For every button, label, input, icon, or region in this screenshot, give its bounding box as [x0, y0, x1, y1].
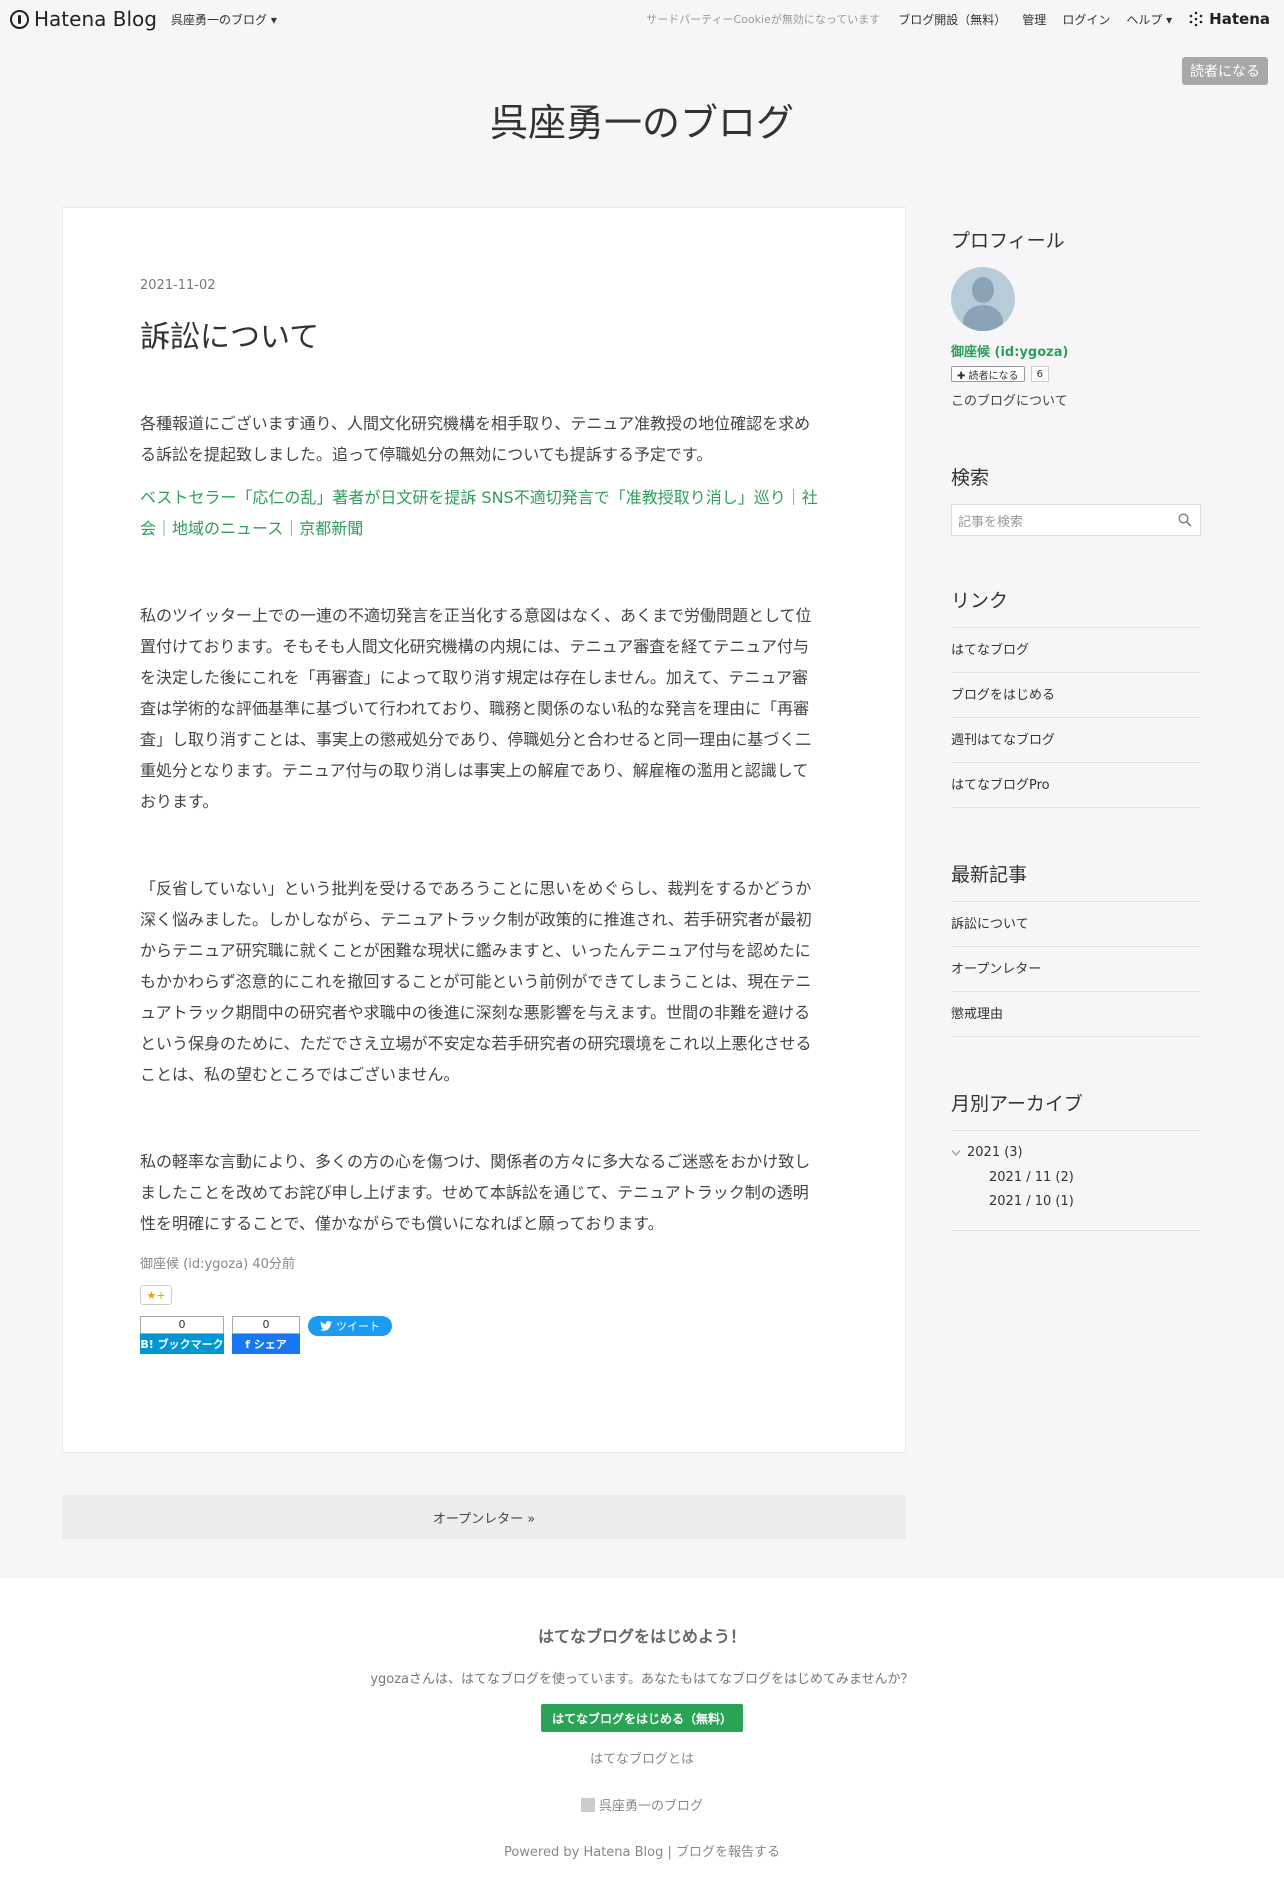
recent-list: 訴訟について オープンレター 懲戒理由 [951, 901, 1201, 1037]
hatena-blog-logo[interactable]: Hatena Blog [10, 7, 157, 31]
search-placeholder: 記事を検索 [958, 514, 1024, 530]
footer-title: はてなブログをはじめよう！ [537, 1627, 746, 1646]
top-bar: Hatena Blog 呉座勇一のブログ ▾ サードパーティーCookieが無効… [0, 0, 1284, 36]
recent-item[interactable]: 懲戒理由 [951, 992, 1201, 1037]
footer-blog-link[interactable]: 呉座勇一のブログ [0, 1795, 1284, 1814]
author-line[interactable]: 御座候 (id:ygoza) 40分前 [140, 1253, 295, 1272]
tweet-label: ツイート [336, 1320, 380, 1333]
article-title[interactable]: 訴訟について [140, 312, 319, 356]
article-paragraph: 私の軽率な言動により、多くの方の心を傷つけ、関係者の方々に多大なるご迷惑をおかけ… [140, 1152, 811, 1233]
bookmark-label: B! ブックマーク [140, 1334, 224, 1354]
hatena-bookmark-button[interactable]: 0 B! ブックマーク [140, 1316, 224, 1354]
article-paragraph: 私のツイッター上での一連の不適切発言を正当化する意図はなく、あくまで労働問題とし… [140, 606, 812, 811]
hatena-text: Hatena [1209, 10, 1270, 28]
bookmark-count: 0 [140, 1316, 224, 1334]
sidebar: プロフィール 御座候 (id:ygoza) ✚ 読者になる 6 このブログについ… [951, 226, 1201, 1231]
blog-thumbnail-icon [580, 1797, 595, 1812]
article-paragraph: 各種報道にございます通り、人間文化研究機構を相手取り、テニュア准教授の地位確認を… [140, 414, 811, 464]
archive-year-label: 2021 (3) [967, 1145, 1023, 1160]
archive-year[interactable]: 2021 (3) [951, 1145, 1201, 1160]
subscribe-button[interactable]: 読者になる [1182, 57, 1268, 85]
start-blog-button[interactable]: はてなブログをはじめる（無料） [541, 1704, 743, 1732]
about-blog-link[interactable]: このブログについて [951, 390, 1201, 409]
facebook-share-button[interactable]: 0 f シェア [232, 1316, 300, 1354]
archive-list: 2021 (3) 2021 / 11 (2) 2021 / 10 (1) [951, 1130, 1201, 1231]
article-body: 各種報道にございます通り、人間文化研究機構を相手取り、テニュア准教授の地位確認を… [140, 408, 820, 1251]
help-dropdown[interactable]: ヘルプ ▾ [1126, 11, 1172, 28]
archive-month[interactable]: 2021 / 10 (1) [951, 1194, 1201, 1209]
blog-title[interactable]: 呉座勇一のブログ [0, 92, 1284, 147]
add-star-button[interactable]: ★+ [140, 1285, 172, 1305]
admin-link[interactable]: 管理 [1022, 11, 1046, 28]
hatena-blog-icon [10, 9, 29, 29]
profile-name[interactable]: 御座候 (id:ygoza) [951, 341, 1201, 360]
footer-blog-name: 呉座勇一のブログ [598, 1799, 703, 1814]
link-item[interactable]: はてなブログ [951, 628, 1201, 673]
link-item[interactable]: 週刊はてなブログ [951, 718, 1201, 763]
article-paragraph: 「反省していない」という批判を受けるであろうことに思いをめぐらし、裁判をするかど… [140, 879, 812, 1084]
share-buttons: 0 B! ブックマーク 0 f シェア ツイート [140, 1316, 392, 1354]
news-link[interactable]: ベストセラー「応仁の乱」著者が日文研を提訴 SNS不適切発言で「准教授取り消し」… [140, 482, 820, 544]
reader-count[interactable]: 6 [1030, 366, 1049, 382]
avatar[interactable] [951, 267, 1015, 331]
top-bar-right: サードパーティーCookieが無効になっています ブログ開設（無料） 管理 ログ… [646, 10, 1270, 28]
cookie-notice: サードパーティーCookieが無効になっています [646, 13, 881, 26]
recent-item[interactable]: オープンレター [951, 947, 1201, 992]
footer: はてなブログをはじめよう！ ygozaさんは、はてなブログを使っています。あなた… [0, 1578, 1284, 1899]
recent-item[interactable]: 訴訟について [951, 902, 1201, 947]
links-heading: リンク [951, 590, 1009, 612]
archive-heading: 月別アーカイブ [951, 1093, 1083, 1115]
sidebar-subscribe-button[interactable]: ✚ 読者になる [951, 366, 1025, 382]
article: 2021-11-02 訴訟について 各種報道にございます通り、人間文化研究機構を… [62, 207, 906, 1453]
footer-text: ygozaさんは、はてなブログを使っています。あなたもはてなブログをはじめてみま… [370, 1672, 914, 1687]
hatena-dots-icon [1189, 11, 1203, 27]
search-input[interactable]: 記事を検索 [951, 504, 1201, 536]
login-link[interactable]: ログイン [1062, 11, 1110, 28]
search-heading: 検索 [951, 467, 990, 489]
chevron-down-icon[interactable] [951, 1149, 961, 1157]
next-article-link[interactable]: オープンレター » [62, 1495, 906, 1539]
article-date[interactable]: 2021-11-02 [140, 278, 216, 293]
logo-text: Hatena Blog [34, 7, 157, 31]
hatena-link[interactable]: Hatena [1188, 10, 1270, 28]
twitter-bird-icon [320, 1321, 332, 1331]
links-list: はてなブログ ブログをはじめる 週刊はてなブログ はてなブログPro [951, 627, 1201, 808]
about-hatena-blog-link[interactable]: はてなブログとは [0, 1748, 1284, 1767]
blog-menu-dropdown[interactable]: 呉座勇一のブログ ▾ [171, 11, 277, 28]
facebook-count: 0 [232, 1316, 300, 1334]
link-item[interactable]: はてなブログPro [951, 763, 1201, 808]
recent-heading: 最新記事 [951, 864, 1028, 886]
facebook-label: f シェア [232, 1334, 300, 1354]
profile-heading: プロフィール [951, 230, 1065, 252]
archive-month[interactable]: 2021 / 11 (2) [951, 1170, 1201, 1185]
open-blog-link[interactable]: ブログ開設（無料） [898, 11, 1006, 28]
link-item[interactable]: ブログをはじめる [951, 673, 1201, 718]
search-icon[interactable] [1178, 513, 1192, 527]
powered-by[interactable]: Powered by Hatena Blog | ブログを報告する [0, 1841, 1284, 1860]
tweet-button[interactable]: ツイート [308, 1316, 392, 1336]
reader-row: ✚ 読者になる 6 [951, 366, 1201, 382]
